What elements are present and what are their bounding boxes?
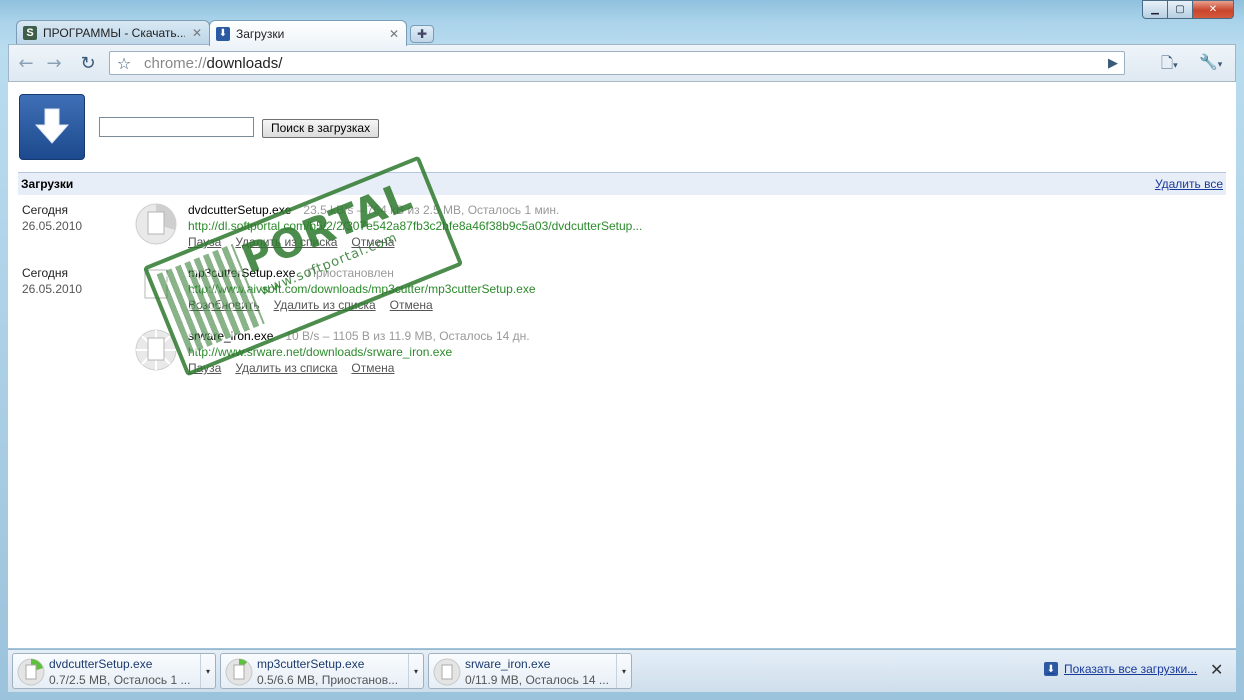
cancel-link[interactable]: Отмена [390, 298, 433, 312]
close-icon: ✕ [1208, 3, 1218, 15]
download-url[interactable]: http://dl.softportal.com/b5/2/2/307e542a… [188, 218, 642, 234]
download-actions: Пауза Удалить из списка Отмена [188, 360, 530, 376]
download-item: srware_iron.exe 10 B/s – 1105 B из 11.9 M… [22, 328, 1022, 388]
download-actions: Возобновить Удалить из списка Отмена [188, 297, 536, 313]
shelf-menu-arrow-icon[interactable]: ▾ [616, 654, 631, 688]
download-item: Сегодня 26.05.2010 dvdcutterSetup.exe 23.… [22, 202, 1022, 262]
search-downloads-button[interactable]: Поиск в загрузках [262, 119, 380, 138]
tab-strip: S ПРОГРАММЫ - Скачать... ✕ ⬇ Загрузки ✕ … [0, 16, 1244, 46]
tools-menu-button[interactable]: 🔧▾ [1199, 53, 1222, 71]
show-all-downloads-link[interactable]: ⬇ Показать все загрузки... [1044, 662, 1197, 676]
dropdown-arrow-icon: ▾ [1173, 61, 1178, 71]
download-url[interactable]: http://www.srware.net/downloads/srware_i… [188, 344, 530, 360]
show-all-label: Показать все загрузки... [1064, 662, 1198, 676]
tab-close-icon[interactable]: ✕ [388, 27, 400, 41]
file-name[interactable]: mp3cutterSetup.exe [188, 266, 295, 280]
remove-from-list-link[interactable]: Удалить из списка [274, 298, 376, 312]
date-value: 26.05.2010 [22, 219, 83, 233]
dropdown-arrow-icon: ▾ [1217, 60, 1223, 70]
download-date: Сегодня 26.05.2010 [22, 265, 112, 297]
tab-programs[interactable]: S ПРОГРАММЫ - Скачать... ✕ [16, 20, 210, 45]
page-icon: 🗋 [1161, 54, 1174, 72]
download-favicon-icon: ⬇ [216, 26, 230, 41]
tab-downloads[interactable]: ⬇ Загрузки ✕ [209, 20, 407, 46]
toolbar: ← → ↻ ☆ chrome://downloads/ ▶ 🗋▾ 🔧▾ [8, 44, 1236, 82]
back-button[interactable]: ← [15, 52, 37, 74]
shelf-item[interactable]: srware_iron.exe 0/11.9 MB, Осталось 14 .… [428, 653, 632, 689]
download-url[interactable]: http://www.aivsoft.com/downloads/mp3cutt… [188, 281, 536, 297]
cancel-link[interactable]: Отмена [351, 361, 394, 375]
reload-icon: ↻ [80, 52, 96, 74]
url-path: downloads/ [206, 54, 283, 72]
minimize-icon: ▁ [1151, 3, 1159, 15]
go-icon[interactable]: ▶ [1108, 56, 1118, 71]
shelf-progress-icon [17, 658, 45, 686]
shelf-file-status: 0.7/2.5 MB, Осталось 1 ... [49, 673, 191, 687]
download-info: dvdcutterSetup.exe 23.5 kB/s – 764 kB из … [188, 202, 642, 250]
download-arrow-icon: ⬇ [1044, 662, 1058, 676]
download-item: Сегодня 26.05.2010 mp3cutterSetup.exe При… [22, 265, 1022, 325]
file-name[interactable]: srware_iron.exe [188, 329, 273, 343]
cancel-link[interactable]: Отмена [351, 235, 394, 249]
progress-file-icon [135, 329, 177, 371]
page-menu-button[interactable]: 🗋▾ [1161, 53, 1178, 78]
shelf-file-name: srware_iron.exe [465, 657, 551, 671]
wrench-icon: 🔧 [1199, 53, 1218, 71]
date-label: Сегодня [22, 203, 68, 217]
softportal-favicon-icon: S [23, 26, 37, 40]
shelf-progress-icon [225, 658, 253, 686]
reload-button[interactable]: ↻ [77, 52, 99, 74]
browser-window: ▁ ▢ ✕ S ПРОГРАММЫ - Скачать... ✕ ⬇ Загру… [0, 0, 1244, 700]
download-status: 10 B/s – 1105 B из 11.9 MB, Осталось 14 … [285, 329, 530, 343]
date-value: 26.05.2010 [22, 282, 83, 296]
url-scheme: chrome:// [144, 54, 207, 72]
remove-from-list-link[interactable]: Удалить из списка [235, 361, 337, 375]
shelf-menu-arrow-icon[interactable]: ▾ [200, 654, 215, 688]
tab-title: ПРОГРАММЫ - Скачать... [43, 26, 185, 40]
download-info: srware_iron.exe 10 B/s – 1105 B из 11.9 M… [188, 328, 530, 376]
forward-arrow-icon: → [46, 52, 62, 74]
tab-close-icon[interactable]: ✕ [191, 26, 203, 40]
downloads-header: Загрузки Удалить все [18, 172, 1226, 195]
download-shelf: dvdcutterSetup.exe 0.7/2.5 MB, Осталось … [8, 649, 1236, 692]
new-tab-button[interactable]: ✚ [410, 25, 434, 43]
resume-link[interactable]: Возобновить [188, 298, 260, 312]
close-shelf-icon[interactable]: ✕ [1210, 660, 1223, 679]
shelf-file-name: dvdcutterSetup.exe [49, 657, 153, 671]
maximize-icon: ▢ [1175, 3, 1185, 15]
pause-link[interactable]: Пауза [188, 235, 221, 249]
forward-button[interactable]: → [43, 52, 65, 74]
remove-from-list-link[interactable]: Удалить из списка [235, 235, 337, 249]
shelf-file-name: mp3cutterSetup.exe [257, 657, 365, 671]
address-bar[interactable]: ☆ chrome://downloads/ ▶ [109, 51, 1125, 75]
clear-all-link[interactable]: Удалить все [1155, 177, 1226, 191]
download-actions: Пауза Удалить из списка Отмена [188, 234, 642, 250]
file-name[interactable]: dvdcutterSetup.exe [188, 203, 291, 217]
shelf-item[interactable]: mp3cutterSetup.exe 0.5/6.6 MB, Приостано… [220, 653, 424, 689]
bookmark-star-icon[interactable]: ☆ [110, 54, 138, 73]
file-icon [144, 269, 168, 299]
shelf-item[interactable]: dvdcutterSetup.exe 0.7/2.5 MB, Осталось … [12, 653, 216, 689]
downloads-search-input[interactable] [99, 117, 254, 137]
download-info: mp3cutterSetup.exe Приостановлен http://w… [188, 265, 536, 313]
downloads-page: Поиск в загрузках Загрузки Удалить все С… [8, 82, 1236, 648]
shelf-file-status: 0.5/6.6 MB, Приостанов... [257, 673, 399, 687]
downloads-title: Загрузки [21, 177, 74, 191]
downloads-logo-icon [19, 94, 85, 160]
shelf-menu-arrow-icon[interactable]: ▾ [408, 654, 423, 688]
progress-file-icon [135, 203, 177, 245]
download-date: Сегодня 26.05.2010 [22, 202, 112, 234]
tab-title: Загрузки [236, 26, 285, 41]
shelf-file-status: 0/11.9 MB, Осталось 14 ... [465, 673, 609, 687]
download-status: 23.5 kB/s – 764 kB из 2.5 MB, Осталось 1… [303, 203, 560, 217]
date-label: Сегодня [22, 266, 68, 280]
plus-icon: ✚ [416, 27, 428, 41]
pause-link[interactable]: Пауза [188, 361, 221, 375]
download-status: Приостановлен [307, 266, 394, 280]
address-text[interactable]: chrome://downloads/ [138, 55, 282, 72]
back-arrow-icon: ← [18, 52, 34, 74]
shelf-progress-icon [433, 658, 461, 686]
